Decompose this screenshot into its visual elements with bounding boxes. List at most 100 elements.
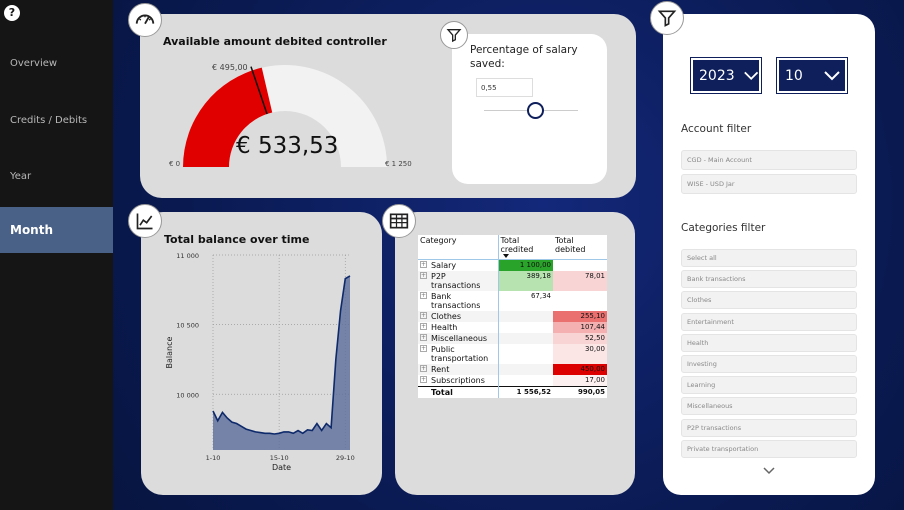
category-option[interactable]: Miscellaneous: [681, 397, 857, 416]
expand-icon[interactable]: +: [420, 292, 427, 299]
help-icon[interactable]: ?: [4, 5, 20, 21]
header-debited[interactable]: Total debited: [553, 235, 607, 260]
expand-icon[interactable]: +: [420, 312, 427, 319]
category-label: Salary: [431, 261, 457, 270]
debited-cell: [553, 260, 607, 272]
expand-icon[interactable]: +: [420, 261, 427, 268]
y-axis-label: Balance: [165, 336, 174, 368]
matrix-category-cell: + Subscriptions: [418, 375, 498, 386]
category-option[interactable]: Select all: [681, 249, 857, 267]
category-option[interactable]: Learning: [681, 376, 857, 395]
matrix-category-cell: + Rent: [418, 364, 498, 375]
matrix-row[interactable]: + Clothes 255,10: [418, 311, 607, 322]
category-option[interactable]: Clothes: [681, 291, 857, 310]
gauge-title: Available amount debited controller: [163, 35, 387, 48]
matrix-row[interactable]: + P2P transactions 389,18 78,01: [418, 271, 607, 291]
category-label: Bank transactions: [431, 292, 481, 310]
gauge-icon: [128, 3, 162, 37]
category-option[interactable]: Entertainment: [681, 312, 857, 331]
total-debited: 990,05: [577, 388, 605, 396]
x-tick-label: 15-10: [270, 454, 289, 462]
balance-title: Total balance over time: [164, 233, 310, 246]
category-label: Clothes: [431, 312, 461, 321]
matrix-row[interactable]: + Salary 1 100,00: [418, 259, 607, 272]
x-tick-label: 1-10: [206, 454, 221, 462]
debited-cell: 255,10: [553, 311, 607, 322]
account-filter-title: Account filter: [681, 123, 752, 135]
nav-item-month[interactable]: Month: [0, 207, 113, 253]
filter-icon[interactable]: [440, 21, 468, 49]
matrix-row[interactable]: + Subscriptions 17,00: [418, 375, 607, 387]
header-category[interactable]: Category: [418, 235, 498, 260]
x-tick-label: 29-10: [336, 454, 355, 462]
debited-cell: 450,00: [553, 364, 607, 375]
sidebar: ? Overview Credits / Debits Year Month: [0, 0, 113, 510]
category-label: Miscellaneous: [431, 334, 488, 343]
year-dropdown[interactable]: 2023: [690, 57, 762, 94]
y-tick-label: 11 000: [176, 252, 199, 260]
sort-desc-icon: [502, 254, 509, 258]
credited-cell: 1 100,00: [497, 259, 553, 271]
account-option[interactable]: WISE - USD Jar: [681, 174, 857, 194]
nav-item-overview[interactable]: Overview: [0, 40, 113, 86]
matrix-row[interactable]: + Bank transactions 67,34: [418, 291, 607, 311]
matrix-row[interactable]: + Public transportation 30,00: [418, 344, 607, 364]
header-credited[interactable]: Total credited: [497, 235, 553, 260]
nav-item-year[interactable]: Year: [0, 153, 113, 199]
category-matrix: Category Total credited Total debited + S…: [418, 235, 607, 398]
chevron-down-icon: [824, 70, 840, 80]
nav-item-credits-debits[interactable]: Credits / Debits: [0, 97, 113, 143]
matrix-row[interactable]: + Miscellaneous 52,50: [418, 333, 607, 344]
x-axis-label: Date: [272, 463, 291, 472]
category-label: P2P transactions: [431, 272, 481, 290]
chevron-down-icon: [743, 71, 758, 80]
balance-area: [213, 275, 350, 450]
expand-icon[interactable]: +: [420, 345, 427, 352]
filter-panel-icon: [650, 1, 684, 35]
category-option[interactable]: P2P transactions: [681, 418, 857, 437]
expand-icon[interactable]: +: [420, 272, 427, 279]
expand-icon[interactable]: +: [420, 323, 427, 330]
debited-cell: 30,00: [553, 344, 607, 364]
matrix-row[interactable]: + Rent 450,00: [418, 364, 607, 375]
matrix-category-cell: + Clothes: [418, 311, 498, 322]
salary-input[interactable]: 0,55: [476, 78, 533, 97]
credited-cell: [497, 311, 553, 322]
credited-cell: 389,18: [497, 271, 553, 291]
balance-chart: 11 000 10 500 10 000 1-10 15-10 29-10 Date Bala…: [165, 252, 355, 472]
y-tick-label: 10 500: [176, 322, 199, 330]
category-label: Subscriptions: [431, 376, 485, 385]
category-label: Rent: [431, 365, 450, 374]
year-value: 2023: [699, 67, 735, 84]
matrix-category-cell: + Health: [418, 322, 498, 333]
expand-icon[interactable]: +: [420, 376, 427, 383]
matrix-category-cell: + Salary: [418, 260, 498, 271]
category-option[interactable]: Investing: [681, 355, 857, 373]
category-label: Public transportation: [431, 345, 489, 363]
expand-icon[interactable]: +: [420, 334, 427, 341]
month-dropdown[interactable]: 10: [776, 57, 848, 94]
matrix-category-cell: + Miscellaneous: [418, 333, 498, 344]
table-icon: [382, 204, 416, 238]
gauge-min-label: € 0: [169, 160, 181, 168]
salary-title: Percentage of salary saved:: [470, 44, 578, 70]
debited-cell: 17,00: [553, 375, 607, 387]
matrix-category-cell: + Bank transactions: [418, 291, 498, 311]
credited-cell: 67,34: [497, 291, 553, 311]
category-option[interactable]: Bank transactions: [681, 270, 857, 289]
expand-icon[interactable]: +: [420, 365, 427, 372]
categories-filter-title: Categories filter: [681, 222, 766, 234]
category-option[interactable]: Health: [681, 333, 857, 352]
credited-cell: [497, 322, 553, 333]
chevron-down-icon[interactable]: [762, 466, 776, 476]
y-tick-label: 10 000: [176, 391, 199, 399]
total-credited: 1 556,52: [497, 386, 553, 398]
debited-cell: [553, 291, 607, 311]
account-option[interactable]: CGD - Main Account: [681, 150, 857, 170]
line-chart-icon: [128, 204, 162, 238]
category-option[interactable]: Private transportation: [681, 439, 857, 458]
credited-cell: [497, 364, 553, 375]
credited-cell: [497, 344, 553, 364]
matrix-row[interactable]: + Health 107,44: [418, 322, 607, 333]
month-value: 10: [785, 67, 803, 84]
